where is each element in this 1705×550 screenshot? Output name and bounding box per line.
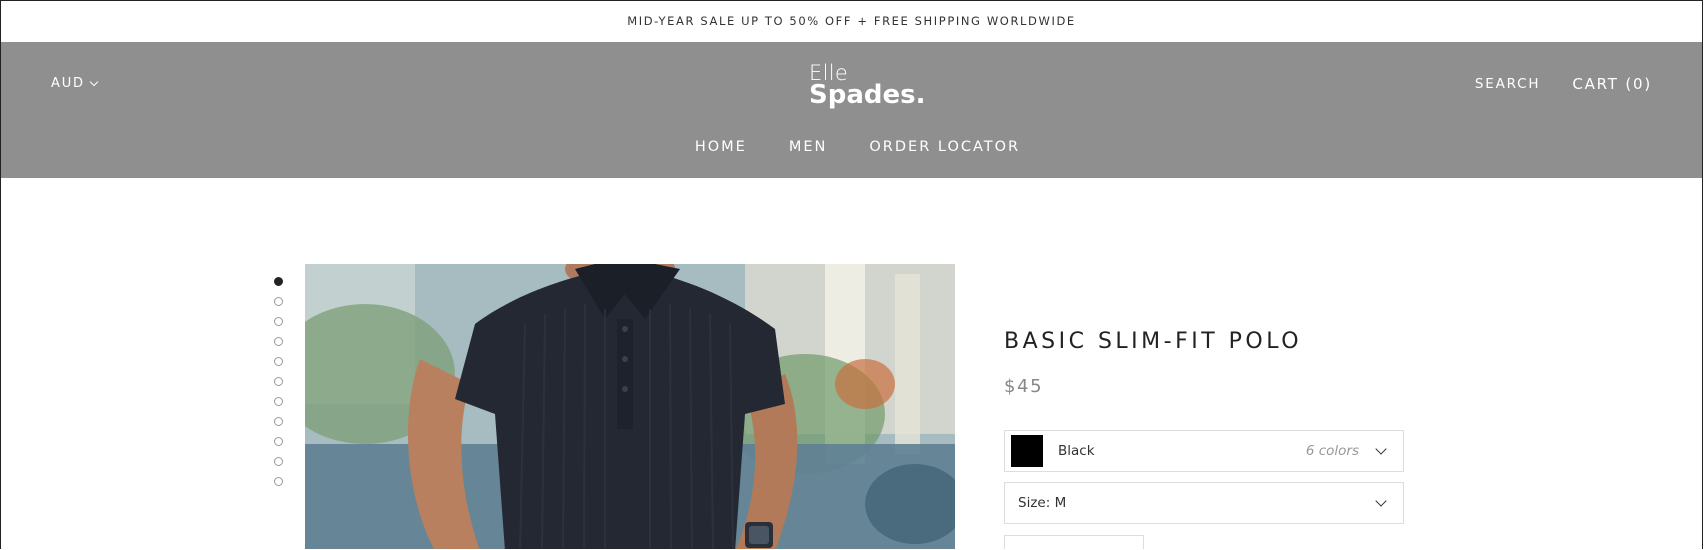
header-actions: SEARCH CART (0) bbox=[1475, 75, 1652, 93]
gallery-dot[interactable] bbox=[274, 457, 283, 466]
gallery-dot[interactable] bbox=[274, 437, 283, 446]
gallery-dot[interactable] bbox=[274, 317, 283, 326]
gallery-dot[interactable] bbox=[274, 377, 283, 386]
announcement-bar: MID-YEAR SALE UP TO 50% OFF + FREE SHIPP… bbox=[1, 1, 1702, 42]
gallery-dot[interactable] bbox=[274, 477, 283, 486]
search-link[interactable]: SEARCH bbox=[1475, 76, 1540, 93]
page: MID-YEAR SALE UP TO 50% OFF + FREE SHIPP… bbox=[0, 0, 1703, 549]
product-photo-illustration bbox=[305, 264, 955, 549]
product-price: $45 bbox=[1004, 376, 1044, 397]
chevron-down-icon bbox=[1375, 443, 1387, 455]
nav-item-order-locator[interactable]: ORDER LOCATOR bbox=[869, 139, 1020, 155]
quantity-selector[interactable] bbox=[1004, 535, 1144, 549]
main-nav: HOME MEN ORDER LOCATOR bbox=[1, 139, 1702, 155]
color-selected-label: Black bbox=[1058, 443, 1095, 459]
size-selected-value: M bbox=[1054, 495, 1067, 511]
product-title: BASIC SLIM-FIT POLO bbox=[1004, 329, 1303, 354]
site-header: AUD Elle Spades. SEARCH CART (0) HOME ME… bbox=[1, 42, 1702, 178]
gallery-pagination bbox=[274, 277, 283, 486]
gallery-dot[interactable] bbox=[274, 297, 283, 306]
cart-link[interactable]: CART (0) bbox=[1572, 75, 1652, 93]
nav-item-home[interactable]: HOME bbox=[695, 139, 747, 155]
currency-selector[interactable]: AUD bbox=[51, 76, 99, 91]
gallery-dot[interactable] bbox=[274, 417, 283, 426]
logo-text-line2: Spades. bbox=[809, 80, 926, 110]
color-swatch bbox=[1011, 435, 1043, 467]
size-label-prefix: Size: bbox=[1018, 495, 1051, 511]
color-count: 6 colors bbox=[1305, 443, 1359, 459]
gallery-dot[interactable] bbox=[274, 337, 283, 346]
announcement-text: MID-YEAR SALE UP TO 50% OFF + FREE SHIPP… bbox=[627, 14, 1076, 28]
gallery-dot[interactable] bbox=[274, 357, 283, 366]
currency-label: AUD bbox=[51, 76, 85, 91]
chevron-down-icon bbox=[89, 77, 99, 86]
color-selector[interactable]: Black 6 colors bbox=[1004, 430, 1404, 472]
size-selector[interactable]: Size: M bbox=[1004, 482, 1404, 524]
gallery-dot[interactable] bbox=[274, 397, 283, 406]
product-info: BASIC SLIM-FIT POLO $45 Black 6 colors S… bbox=[1004, 329, 1404, 549]
product-image[interactable] bbox=[305, 264, 955, 549]
nav-item-men[interactable]: MEN bbox=[789, 139, 828, 155]
logo[interactable]: Elle Spades. bbox=[809, 63, 926, 110]
gallery-dot[interactable] bbox=[274, 277, 283, 286]
chevron-down-icon bbox=[1375, 495, 1387, 507]
size-label: Size: M bbox=[1018, 495, 1377, 511]
